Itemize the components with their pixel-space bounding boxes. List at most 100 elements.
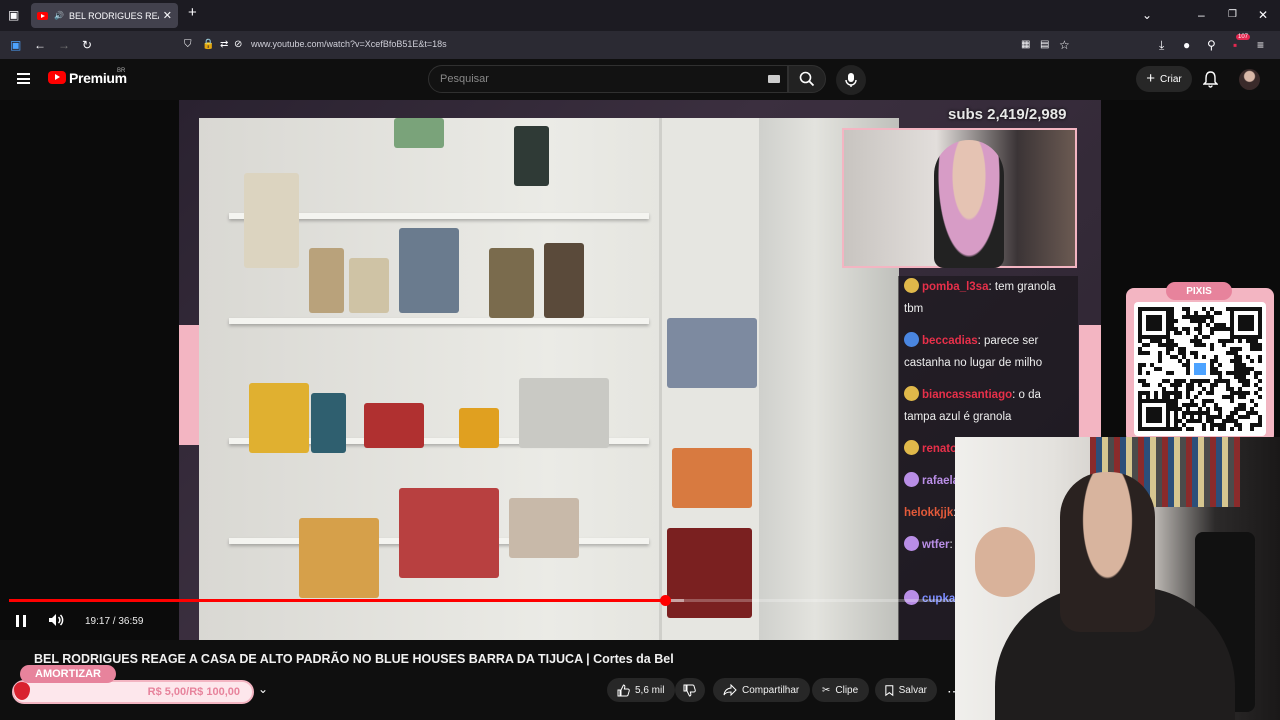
search-input[interactable] <box>429 66 749 92</box>
box <box>394 118 444 148</box>
notifications-bell-icon[interactable] <box>1203 71 1218 88</box>
chevron-down-icon[interactable]: ⌄ <box>1142 8 1152 22</box>
reload-icon[interactable]: ↻ <box>82 38 92 52</box>
minimize-icon[interactable]: – <box>1198 8 1205 22</box>
reactor-webcam <box>955 437 1280 720</box>
side-cabinet <box>659 118 759 640</box>
avatar[interactable] <box>1239 69 1260 90</box>
account-icon[interactable]: ● <box>1183 38 1190 52</box>
chat-badge-icon <box>904 536 919 551</box>
maximize-icon[interactable]: ❐ <box>1228 8 1237 22</box>
search-button[interactable] <box>788 65 826 93</box>
qr-code-graphic <box>1138 307 1262 431</box>
qr-label: PIXIS <box>1166 282 1232 300</box>
volume-icon[interactable] <box>48 613 64 627</box>
extensions-icon[interactable]: ⚲ <box>1207 38 1216 52</box>
close-window-icon[interactable]: ✕ <box>1258 8 1268 22</box>
books <box>399 228 459 313</box>
create-label: Criar <box>1160 73 1182 85</box>
jar <box>667 528 752 618</box>
youtube-logo-icon[interactable] <box>48 71 66 84</box>
chat-username: wtfer <box>922 539 950 551</box>
jar <box>672 448 752 508</box>
image-icon[interactable]: ▦ <box>1021 38 1030 52</box>
share-icon <box>723 684 737 696</box>
share-button[interactable]: Compartilhar <box>713 678 810 702</box>
permissions-icon[interactable]: ⇄ <box>220 38 228 52</box>
clip-label: Clipe <box>835 684 859 696</box>
chat-message: beccadias: parece ser castanha no lugar … <box>904 330 1074 374</box>
chat-badge-icon <box>904 440 919 455</box>
pix-qr-panel: PIXIS <box>1126 282 1274 443</box>
search-icon <box>799 71 815 87</box>
keyboard-icon[interactable] <box>768 75 780 83</box>
youtube-header: Premium BR + Criar <box>0 59 1280 100</box>
thumbs-down-icon <box>683 684 696 697</box>
clip-button[interactable]: ✂ Clipe <box>812 678 869 702</box>
shield-icon[interactable]: ⛉ <box>184 38 192 52</box>
chat-badge-icon <box>904 590 919 605</box>
hamburger-menu-icon[interactable] <box>17 73 30 84</box>
chat-message: pomba_l3sa: tem granola tbm <box>904 276 1074 320</box>
qr-code <box>1134 302 1266 436</box>
snacks <box>299 518 379 598</box>
basket <box>399 488 499 578</box>
bookmark-icon <box>885 684 894 696</box>
microphone-icon <box>845 73 857 87</box>
forward-icon[interactable]: → <box>58 38 70 52</box>
addon-icon[interactable]: ▪ <box>1233 38 1237 52</box>
back-icon[interactable]: ← <box>34 38 46 52</box>
pantry-video-scene <box>199 118 899 640</box>
jar <box>459 408 499 448</box>
bookmark-star-icon[interactable]: ☆ <box>1059 38 1070 52</box>
voice-search-button[interactable] <box>836 65 866 95</box>
autoplay-icon[interactable]: ⊘ <box>234 38 242 52</box>
streamer-figure <box>934 140 1004 268</box>
lock-icon[interactable]: 🔒 <box>202 38 214 52</box>
overlay-decoration <box>1079 325 1101 445</box>
shelf <box>229 318 649 324</box>
browser-toolbar: ▣ ← → ↻ ⛉ 🔒 ⇄ ⊘ www.youtube.com/watch?v=… <box>0 31 1280 59</box>
chat-username: pomba_l3sa <box>922 281 989 293</box>
audio-playing-icon[interactable]: 🔊 <box>54 11 64 20</box>
sidebar-icon[interactable]: ▣ <box>10 38 21 52</box>
search-box[interactable] <box>428 65 788 93</box>
chat-badge-icon <box>904 472 919 487</box>
new-tab-icon[interactable]: + <box>188 5 197 20</box>
pause-button[interactable] <box>16 615 27 627</box>
hand <box>975 527 1035 597</box>
chevron-down-icon[interactable]: ⌄ <box>258 682 268 696</box>
canister <box>514 126 549 186</box>
time-display: 19:17 / 36:59 <box>85 616 144 627</box>
save-label: Salvar <box>898 684 927 696</box>
close-tab-icon[interactable]: ✕ <box>163 9 172 22</box>
youtube-favicon-icon <box>37 11 48 20</box>
like-button[interactable]: 5,6 mil <box>607 678 675 702</box>
chat-badge-icon <box>904 386 919 401</box>
create-button[interactable]: + Criar <box>1136 66 1192 92</box>
amortizar-label: AMORTIZAR <box>20 665 116 683</box>
streamer-webcam <box>842 128 1077 268</box>
downloads-icon[interactable]: ⤓ <box>1159 38 1164 52</box>
logo-region: BR <box>117 68 126 74</box>
chat-username: beccadias <box>922 335 978 347</box>
jar <box>349 258 389 313</box>
jar <box>489 248 534 318</box>
overlay-decoration <box>179 325 201 445</box>
app-menu-icon[interactable]: ≡ <box>1257 38 1264 52</box>
chat-username: biancassantiago <box>922 389 1013 401</box>
save-button[interactable]: Salvar <box>875 678 937 702</box>
cans <box>364 403 424 448</box>
tab-list-icon[interactable]: ▣ <box>8 8 19 22</box>
dislike-button[interactable] <box>675 678 705 702</box>
video-title: BEL RODRIGUES REAGE A CASA DE ALTO PADRÃ… <box>34 652 674 666</box>
like-count: 5,6 mil <box>635 684 665 696</box>
played-bar <box>9 599 666 602</box>
browser-tab-bar: ▣ 🔊 BEL RODRIGUES REAGE A C ✕ + ⌄ – ❐ ✕ <box>0 0 1280 31</box>
share-label: Compartilhar <box>742 684 800 696</box>
browser-tab[interactable]: 🔊 BEL RODRIGUES REAGE A C ✕ <box>31 3 178 28</box>
address-bar[interactable]: www.youtube.com/watch?v=XcefBfoB51E&t=18… <box>251 39 447 49</box>
jar <box>509 498 579 558</box>
reader-icon[interactable]: ▤ <box>1040 38 1049 52</box>
basket <box>519 378 609 448</box>
